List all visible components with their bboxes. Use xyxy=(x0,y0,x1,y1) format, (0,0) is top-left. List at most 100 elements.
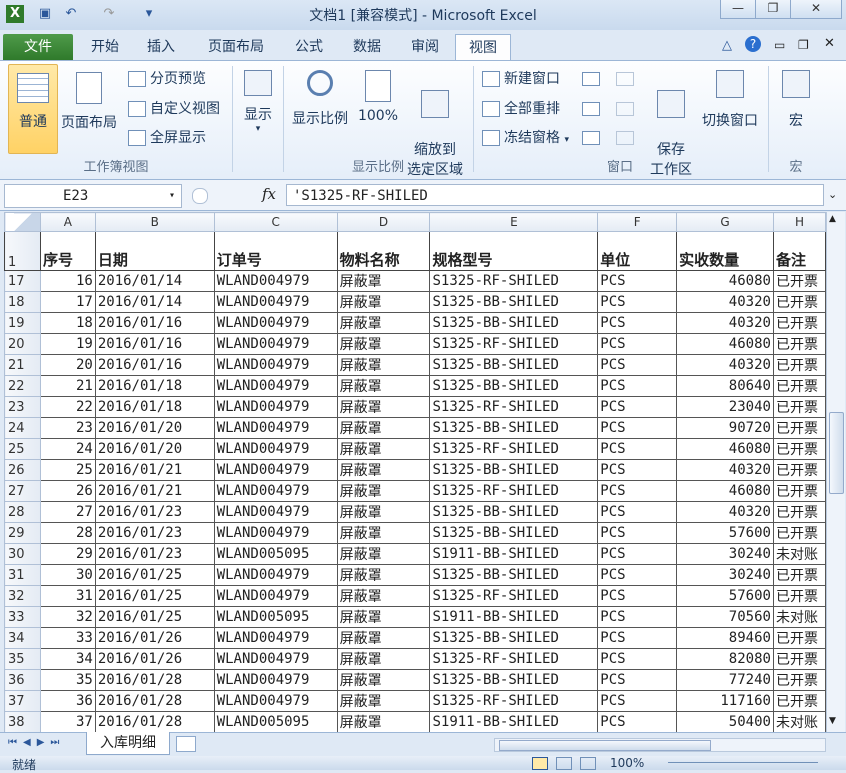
cell[interactable]: S1325-BB-SHILED xyxy=(429,354,599,376)
cell[interactable]: S1325-BB-SHILED xyxy=(429,669,599,691)
cell[interactable]: WLAND004979 xyxy=(213,564,338,586)
cell[interactable]: S1325-RF-SHILED xyxy=(429,270,599,292)
cell[interactable]: 屏蔽罩 xyxy=(336,354,431,376)
insert-sheet-icon[interactable] xyxy=(176,736,196,752)
cell[interactable]: S1325-RF-SHILED xyxy=(429,333,599,355)
cell[interactable]: PCS xyxy=(597,522,678,544)
cell[interactable]: 2016/01/14 xyxy=(94,270,215,292)
cell[interactable]: WLAND004979 xyxy=(213,417,338,439)
tab-page-layout[interactable]: 页面布局 xyxy=(200,34,272,60)
cell[interactable]: 57600 xyxy=(676,585,774,607)
sheet-tab[interactable]: 入库明细 xyxy=(86,732,170,755)
cell[interactable]: PCS xyxy=(597,648,678,670)
cell[interactable]: 2016/01/25 xyxy=(94,585,215,607)
cell[interactable]: 46080 xyxy=(676,438,774,460)
cell[interactable]: WLAND004979 xyxy=(213,375,338,397)
cell[interactable]: S1325-BB-SHILED xyxy=(429,501,599,523)
cell[interactable]: 28 xyxy=(39,522,96,544)
cell[interactable]: 46080 xyxy=(676,270,774,292)
cell[interactable]: 46080 xyxy=(676,480,774,502)
cell[interactable]: 34 xyxy=(39,648,96,670)
cell[interactable]: WLAND004979 xyxy=(213,396,338,418)
cell[interactable]: 屏蔽罩 xyxy=(336,606,431,628)
scroll-down-icon[interactable]: ▼ xyxy=(829,716,836,726)
cell[interactable]: PCS xyxy=(597,543,678,565)
cell[interactable]: PCS xyxy=(597,270,678,292)
cell[interactable]: 未对账 xyxy=(772,711,826,732)
header-cell[interactable]: 日期 xyxy=(94,231,215,271)
row-header[interactable]: 19 xyxy=(4,312,41,334)
cell[interactable]: PCS xyxy=(597,564,678,586)
header-cell[interactable]: 实收数量 xyxy=(676,231,774,271)
row-header[interactable]: 23 xyxy=(4,396,41,418)
cell[interactable]: WLAND005095 xyxy=(213,606,338,628)
tab-review[interactable]: 审阅 xyxy=(404,34,446,60)
cell[interactable]: 2016/01/18 xyxy=(94,396,215,418)
cell[interactable]: 屏蔽罩 xyxy=(336,396,431,418)
cell[interactable]: 已开票 xyxy=(772,333,826,355)
help-icon[interactable]: ? xyxy=(745,36,761,52)
cell[interactable]: PCS xyxy=(597,417,678,439)
cell[interactable]: 屏蔽罩 xyxy=(336,627,431,649)
cell[interactable]: 46080 xyxy=(676,333,774,355)
cell[interactable]: 77240 xyxy=(676,669,774,691)
page-layout-view-button[interactable]: 页面布局 xyxy=(58,64,120,152)
cell[interactable]: 屏蔽罩 xyxy=(336,291,431,313)
cell[interactable]: 已开票 xyxy=(772,480,826,502)
cell[interactable]: 2016/01/26 xyxy=(94,627,215,649)
cell[interactable]: PCS xyxy=(597,711,678,732)
cell[interactable]: 已开票 xyxy=(772,627,826,649)
zoom-button[interactable]: 显示比例 xyxy=(288,66,352,150)
cell[interactable]: 未对账 xyxy=(772,543,826,565)
restore-button[interactable]: ❐ xyxy=(755,0,791,19)
column-header[interactable]: E xyxy=(429,212,599,232)
column-header[interactable]: F xyxy=(597,212,678,232)
cell[interactable]: 屏蔽罩 xyxy=(336,669,431,691)
scroll-up-icon[interactable]: ▲ xyxy=(829,214,836,224)
doc-close-icon[interactable]: ✕ xyxy=(824,36,835,51)
cell[interactable]: WLAND004979 xyxy=(213,669,338,691)
custom-views-button[interactable]: 自定义视图 xyxy=(128,98,220,120)
cell[interactable]: 30240 xyxy=(676,564,774,586)
column-header[interactable]: G xyxy=(676,212,774,232)
cell[interactable]: S1325-BB-SHILED xyxy=(429,564,599,586)
tab-home[interactable]: 开始 xyxy=(84,34,126,60)
cell[interactable]: WLAND004979 xyxy=(213,648,338,670)
cell[interactable]: 19 xyxy=(39,333,96,355)
unhide-icon[interactable] xyxy=(582,131,600,145)
select-all-corner[interactable] xyxy=(4,212,41,232)
cell[interactable]: WLAND004979 xyxy=(213,585,338,607)
cell[interactable]: 屏蔽罩 xyxy=(336,585,431,607)
cell[interactable]: S1325-BB-SHILED xyxy=(429,522,599,544)
row-header[interactable]: 34 xyxy=(4,627,41,649)
row-header[interactable]: 31 xyxy=(4,564,41,586)
cell[interactable]: 已开票 xyxy=(772,438,826,460)
cell[interactable]: PCS xyxy=(597,333,678,355)
cell[interactable]: 屏蔽罩 xyxy=(336,522,431,544)
cell[interactable]: WLAND004979 xyxy=(213,480,338,502)
cell[interactable]: 70560 xyxy=(676,606,774,628)
minimize-button[interactable]: — xyxy=(720,0,756,19)
cell[interactable]: WLAND004979 xyxy=(213,501,338,523)
cell[interactable]: WLAND004979 xyxy=(213,354,338,376)
header-cell[interactable]: 序号 xyxy=(39,231,96,271)
cell[interactable]: 屏蔽罩 xyxy=(336,333,431,355)
cell[interactable]: PCS xyxy=(597,501,678,523)
cell[interactable]: 已开票 xyxy=(772,354,826,376)
fullscreen-button[interactable]: 全屏显示 xyxy=(128,127,206,149)
row-header[interactable]: 38 xyxy=(4,711,41,732)
column-header[interactable]: B xyxy=(94,212,215,232)
cell[interactable]: 24 xyxy=(39,438,96,460)
cell[interactable]: 31 xyxy=(39,585,96,607)
cell[interactable]: PCS xyxy=(597,690,678,712)
cell[interactable]: WLAND004979 xyxy=(213,459,338,481)
cell[interactable]: 屏蔽罩 xyxy=(336,480,431,502)
cell[interactable]: 40320 xyxy=(676,312,774,334)
cell[interactable]: S1325-BB-SHILED xyxy=(429,291,599,313)
cell[interactable]: 2016/01/18 xyxy=(94,375,215,397)
save-workspace-button[interactable]: 保存 工作区 xyxy=(646,66,696,178)
cell[interactable]: 35 xyxy=(39,669,96,691)
cell[interactable]: 22 xyxy=(39,396,96,418)
row-header[interactable]: 20 xyxy=(4,333,41,355)
cell[interactable]: WLAND004979 xyxy=(213,438,338,460)
